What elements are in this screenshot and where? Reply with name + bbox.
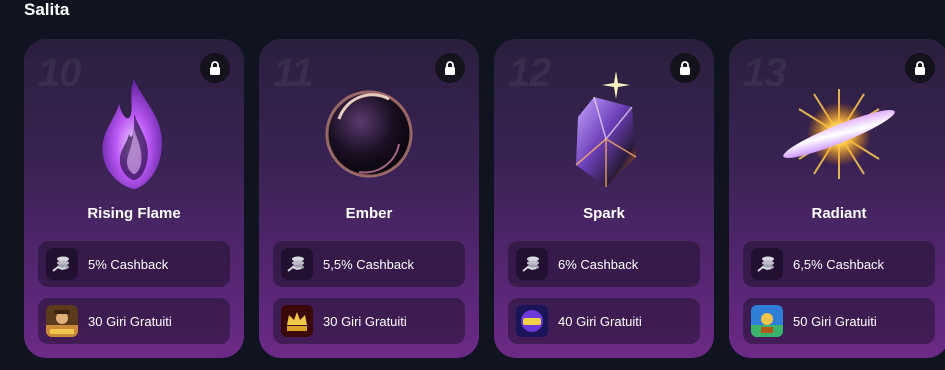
free-spins-perk: 50 Giri Gratuiti [743,298,935,344]
treasure-game-thumb [751,305,783,337]
free-spins-perk: 40 Giri Gratuiti [508,298,700,344]
crystal-icon [539,69,669,199]
lock-icon [435,53,465,83]
coins-hand-icon [751,248,783,280]
coins-hand-icon [46,248,78,280]
section-title: Salita [24,0,70,19]
level-card-12[interactable]: 12 Spark 6% Cashback 40 Giri Gratuiti [494,39,714,358]
level-card-11[interactable]: 11 Ember 5,5% Cashback 30 Giri Gratuiti [259,39,479,358]
cash-game-thumb [516,305,548,337]
cashback-perk: 5% Cashback [38,241,230,287]
coins-hand-icon [281,248,313,280]
cashback-label: 6% Cashback [558,256,639,272]
lock-icon [200,53,230,83]
coins-hand-icon [516,248,548,280]
cashback-perk: 5,5% Cashback [273,241,465,287]
flame-icon [69,69,199,199]
free-spins-perk: 30 Giri Gratuiti [273,298,465,344]
free-spins-label: 50 Giri Gratuiti [793,313,877,329]
free-spins-label: 30 Giri Gratuiti [323,313,407,329]
cashback-label: 5% Cashback [88,256,169,272]
tier-name: Radiant [811,205,867,222]
cashback-label: 5,5% Cashback [323,256,415,272]
cashback-perk: 6% Cashback [508,241,700,287]
tier-name: Ember [345,205,393,222]
free-spins-label: 40 Giri Gratuiti [558,313,642,329]
lucky-crown-game-thumb [281,305,313,337]
radiant-icon [774,69,904,199]
cashback-perk: 6,5% Cashback [743,241,935,287]
lock-icon [905,53,935,83]
tier-name: Rising Flame [87,205,181,222]
wild-west-game-thumb [46,305,78,337]
level-card-10[interactable]: 10 Rising Flame 5% Cashback 30 Giri Grat… [24,39,244,358]
tier-name: Spark [583,205,625,222]
level-cards: 10 Rising Flame 5% Cashback 30 Giri Grat… [24,39,945,358]
orb-icon [304,69,434,199]
free-spins-perk: 30 Giri Gratuiti [38,298,230,344]
lock-icon [670,53,700,83]
cashback-label: 6,5% Cashback [793,256,885,272]
level-card-13[interactable]: 13 Radiant 6,5% Cashback 50 Giri Gratuit… [729,39,945,358]
free-spins-label: 30 Giri Gratuiti [88,313,172,329]
